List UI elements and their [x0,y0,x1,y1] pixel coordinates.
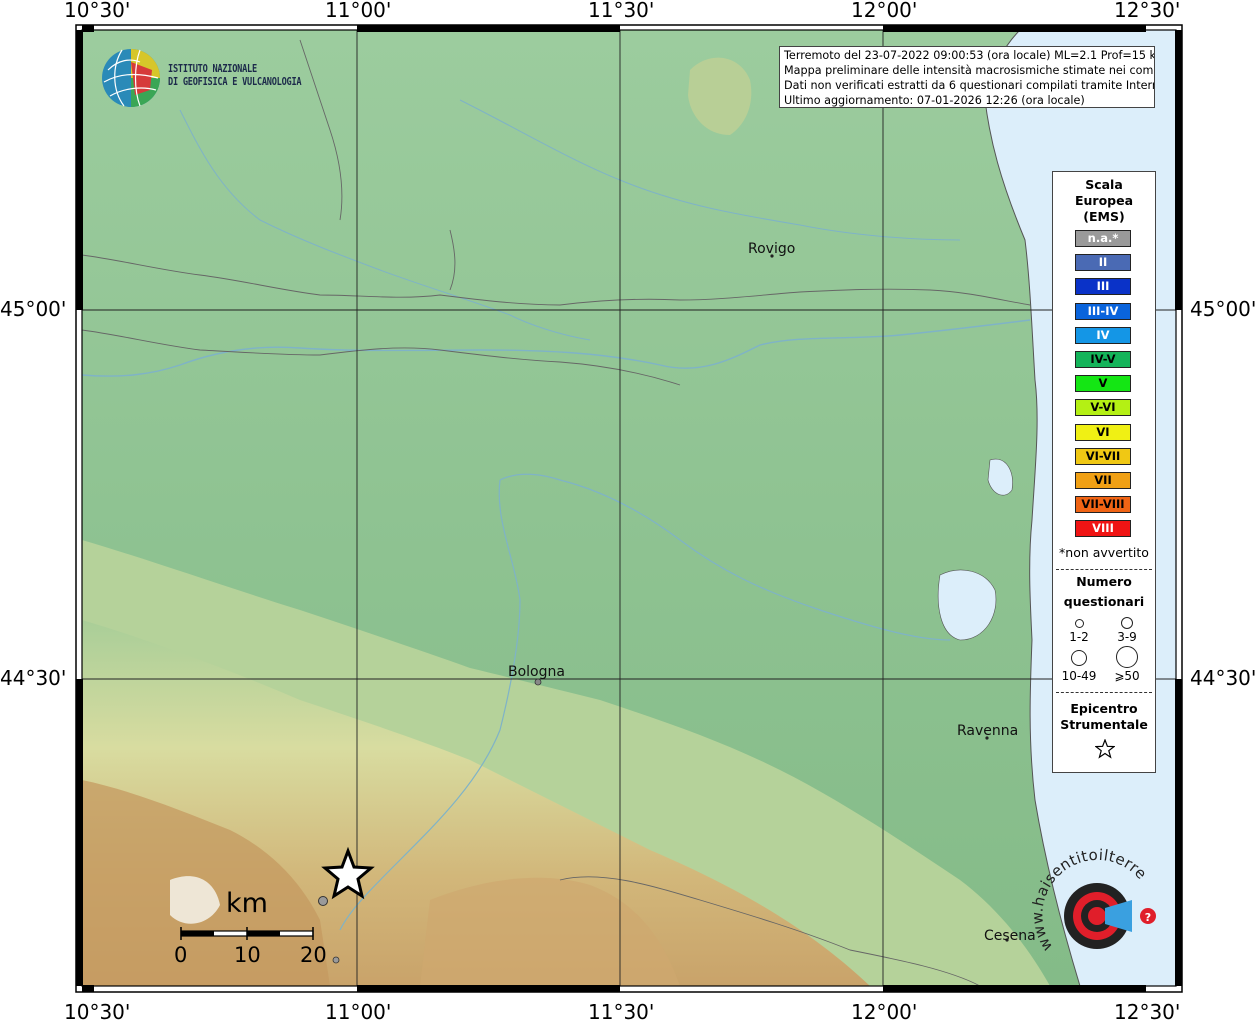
ingv-globe-icon [102,49,160,107]
event-info-box: Terremoto del 23-07-2022 09:00:53 (ora l… [779,46,1155,108]
legend-separator-2 [1056,692,1152,693]
intensity-swatch: V [1075,375,1131,393]
intensity-swatch: III [1075,278,1131,296]
questionnaire-size-1-icon [1075,619,1084,628]
legend-title-3: (EMS) [1083,209,1125,224]
scale-bar-unit: km [226,888,268,919]
lat-label-left-2: 44°30' [0,666,67,690]
lon-label-bottom-5: 12°30' [1114,1000,1181,1024]
legend-panel: Scala Europea (EMS) n.a.* II III III-IV IV IV… [1052,171,1156,773]
intensity-swatch: IV [1075,326,1131,344]
city-label-cesena: Cesena [984,928,1036,944]
legend-separator [1056,569,1152,570]
lat-label-right-2: 44°30' [1190,666,1256,690]
questionnaire-size-3-icon [1071,650,1087,666]
questionnaire-label-1: 1-2 [1069,630,1089,644]
questionnaire-point[interactable] [318,896,328,906]
legend-epicenter-2: Strumentale [1060,717,1148,732]
event-info-line2: Mappa preliminare delle intensità macros… [784,64,1155,77]
lon-label-top-1: 10°30' [64,0,131,22]
scale-bar-tick-10: 10 [234,943,261,967]
questionnaire-size-2-icon [1121,617,1133,629]
event-info-line4: Ultimo aggiornamento: 07-01-2026 12:26 (… [784,94,1085,107]
lon-label-top-3: 11°30' [588,0,655,22]
questionnaire-label-2: 3-9 [1117,630,1137,644]
lon-label-top-5: 12°30' [1114,0,1181,22]
intensity-swatch: VII [1075,472,1131,489]
city-label-rovigo: Rovigo [748,241,796,257]
city-label-ravenna: Ravenna [957,723,1019,739]
legend-title-1: Scala [1085,177,1123,192]
ingv-logo-line2: DI GEOFISICA E VULCANOLOGIA [168,76,302,88]
legend-numero-1: Numero [1076,574,1132,589]
intensity-swatch: II [1075,254,1131,272]
intensity-swatch: VII-VIII [1075,496,1131,514]
lon-label-bottom-3: 11°30' [588,1000,655,1024]
epicenter-legend-star-icon [1095,739,1115,759]
lon-label-bottom-2: 11°00' [325,1000,392,1024]
ingv-logo-text: ISTITUTO NAZIONALE DI GEOFISICA E VULCAN… [168,63,302,89]
lat-label-right-1: 45°00' [1190,297,1256,321]
questionnaire-size-4-icon [1116,646,1138,668]
intensity-swatch: VIII [1075,520,1131,538]
intensity-swatch: VI-VII [1075,447,1131,465]
scale-bar-tick-20: 20 [300,943,327,967]
scale-bar-tick-0: 0 [174,943,188,967]
intensity-swatch: n.a.* [1075,230,1131,247]
legend-numero-2: questionari [1063,594,1145,609]
lon-label-top-4: 12°00' [851,0,918,22]
city-label-bologna: Bologna [508,664,565,680]
legend-note: *non avvertito [1059,545,1149,560]
svg-text:?: ? [1145,911,1151,924]
legend-epicenter-1: Epicentro [1070,701,1138,716]
intensity-swatch: III-IV [1075,302,1131,320]
intensity-swatch: VI [1075,423,1131,441]
event-info-line1: Terremoto del 23-07-2022 09:00:53 (ora l… [784,49,1155,62]
lon-label-bottom-4: 12°00' [851,1000,918,1024]
legend-title-2: Europea [1074,193,1134,208]
lat-label-left-1: 45°00' [0,297,67,321]
intensity-swatch: V-VI [1075,399,1131,417]
lon-label-bottom-1: 10°30' [64,1000,131,1024]
questionnaire-point[interactable] [332,956,340,964]
event-info-line3: Dati non verificati estratti da 6 questi… [784,79,1155,92]
questionnaire-label-4: ⩾50 [1114,669,1140,683]
ingv-logo-line1: ISTITUTO NAZIONALE [168,63,257,75]
questionnaire-label-3: 10-49 [1061,669,1097,683]
lon-label-top-2: 11°00' [325,0,392,22]
intensity-swatch: IV-V [1075,351,1131,368]
